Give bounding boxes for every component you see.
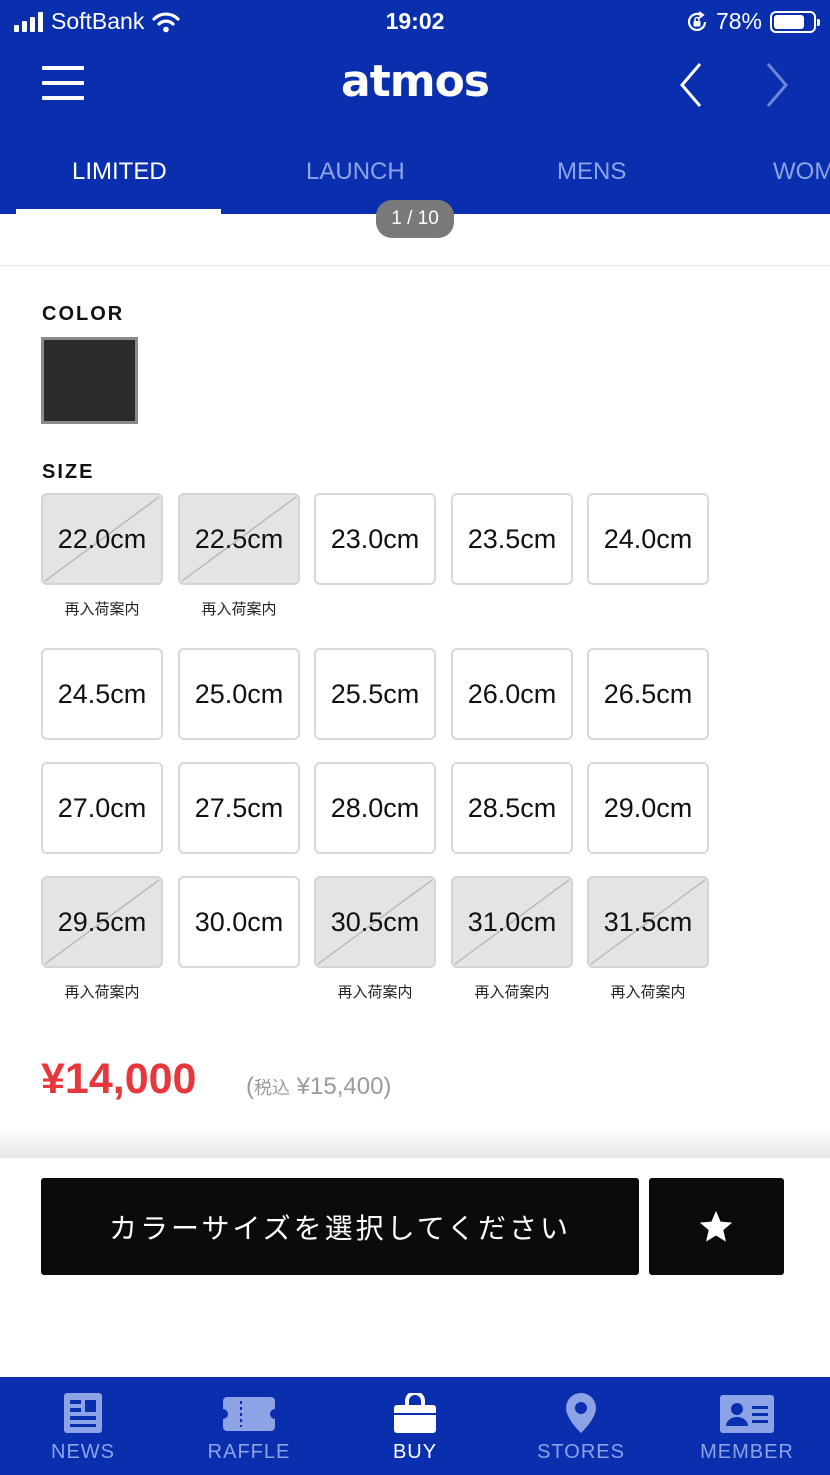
- image-pager: 1 / 10: [376, 200, 454, 238]
- size-label: 23.5cm: [467, 524, 557, 554]
- size-label: 30.0cm: [194, 907, 284, 937]
- app-logo[interactable]: atmos: [341, 56, 490, 107]
- size-option[interactable]: 26.0cm: [451, 648, 573, 740]
- color-label: COLOR: [42, 303, 125, 325]
- size-option-sold-out[interactable]: 30.5cm: [314, 876, 436, 968]
- size-label: 30.5cm: [330, 907, 420, 937]
- shopping-bag-icon: [394, 1393, 436, 1433]
- restock-notice-link[interactable]: 再入荷案内: [451, 981, 573, 1002]
- menu-icon[interactable]: [42, 66, 84, 100]
- divider: [0, 265, 830, 266]
- tab-mens[interactable]: MENS: [557, 158, 626, 186]
- size-label: 24.0cm: [603, 524, 693, 554]
- price: ¥14,000: [41, 1055, 197, 1103]
- active-tab-indicator: [16, 209, 221, 214]
- size-label: 26.5cm: [603, 679, 693, 709]
- battery-percent: 78%: [715, 8, 762, 34]
- restock-notice-link[interactable]: 再入荷案内: [41, 981, 163, 1002]
- battery-icon: [770, 10, 820, 33]
- star-icon: [699, 1210, 733, 1242]
- size-option[interactable]: 28.5cm: [451, 762, 573, 854]
- size-option[interactable]: 28.0cm: [314, 762, 436, 854]
- size-label: 31.5cm: [603, 907, 693, 937]
- tab-launch[interactable]: LAUNCH: [306, 158, 405, 186]
- nav-stores[interactable]: STORES: [498, 1377, 664, 1475]
- size-option-sold-out[interactable]: 22.0cm: [41, 493, 163, 585]
- tax-amount: ¥15,400): [290, 1073, 392, 1100]
- nav-member[interactable]: MEMBER: [664, 1377, 830, 1475]
- action-bar-shadow: [0, 1128, 830, 1160]
- color-swatch-black[interactable]: [41, 337, 138, 424]
- back-arrow-icon[interactable]: [672, 60, 712, 110]
- size-option-sold-out[interactable]: 22.5cm: [178, 493, 300, 585]
- news-icon: [64, 1393, 102, 1433]
- ticket-icon: [223, 1397, 275, 1431]
- size-label: 28.5cm: [467, 793, 557, 823]
- size-label: 26.0cm: [467, 679, 557, 709]
- bottom-nav: NEWS RAFFLE BUY STORES MEMBER: [0, 1377, 830, 1475]
- restock-notice-link[interactable]: 再入荷案内: [41, 598, 163, 619]
- size-option[interactable]: 26.5cm: [587, 648, 709, 740]
- nav-news[interactable]: NEWS: [0, 1377, 166, 1475]
- rotation-lock-icon: [687, 10, 707, 31]
- size-option[interactable]: 30.0cm: [178, 876, 300, 968]
- restock-notice-link[interactable]: 再入荷案内: [178, 598, 300, 619]
- size-option[interactable]: 27.0cm: [41, 762, 163, 854]
- size-label: 29.0cm: [603, 793, 693, 823]
- size-option[interactable]: 29.0cm: [587, 762, 709, 854]
- size-option[interactable]: 23.5cm: [451, 493, 573, 585]
- size-option[interactable]: 27.5cm: [178, 762, 300, 854]
- size-label: 29.5cm: [57, 907, 147, 937]
- status-right: 78%: [686, 8, 820, 35]
- nav-raffle[interactable]: RAFFLE: [166, 1377, 332, 1475]
- nav-member-label: MEMBER: [700, 1441, 794, 1463]
- size-label: 25.0cm: [194, 679, 284, 709]
- member-card-icon: [720, 1395, 774, 1433]
- size-label: 22.5cm: [194, 524, 284, 554]
- nav-raffle-label: RAFFLE: [207, 1441, 291, 1463]
- size-label: SIZE: [42, 461, 95, 483]
- size-option[interactable]: 25.5cm: [314, 648, 436, 740]
- tab-limited[interactable]: LIMITED: [72, 158, 167, 186]
- size-option[interactable]: 25.0cm: [178, 648, 300, 740]
- tax-paren: (: [246, 1073, 254, 1100]
- select-color-size-button[interactable]: カラーサイズを選択してください: [41, 1178, 639, 1275]
- nav-news-label: NEWS: [51, 1441, 115, 1463]
- location-pin-icon: [566, 1393, 596, 1433]
- nav-buy[interactable]: BUY: [332, 1377, 498, 1475]
- size-option[interactable]: 24.0cm: [587, 493, 709, 585]
- status-bar: SoftBank 19:02 78%: [0, 0, 830, 42]
- size-option[interactable]: 24.5cm: [41, 648, 163, 740]
- size-label: 27.5cm: [194, 793, 284, 823]
- size-option-sold-out[interactable]: 31.0cm: [451, 876, 573, 968]
- size-option[interactable]: 23.0cm: [314, 493, 436, 585]
- forward-arrow-icon[interactable]: [756, 60, 796, 110]
- size-label: 27.0cm: [57, 793, 147, 823]
- size-label: 28.0cm: [330, 793, 420, 823]
- favorite-button[interactable]: [649, 1178, 784, 1275]
- tax-label: 税込: [254, 1078, 290, 1098]
- size-label: 24.5cm: [57, 679, 147, 709]
- size-label: 22.0cm: [57, 524, 147, 554]
- app-header: atmos: [0, 42, 830, 130]
- restock-notice-link[interactable]: 再入荷案内: [587, 981, 709, 1002]
- size-label: 25.5cm: [330, 679, 420, 709]
- nav-stores-label: STORES: [537, 1441, 625, 1463]
- size-option-sold-out[interactable]: 31.5cm: [587, 876, 709, 968]
- tab-womens[interactable]: WOM: [773, 158, 830, 186]
- price-tax-included: (税込 ¥15,400): [246, 1073, 391, 1101]
- restock-notice-link[interactable]: 再入荷案内: [314, 981, 436, 1002]
- size-label: 31.0cm: [467, 907, 557, 937]
- size-label: 23.0cm: [330, 524, 420, 554]
- nav-buy-label: BUY: [392, 1441, 438, 1463]
- size-option-sold-out[interactable]: 29.5cm: [41, 876, 163, 968]
